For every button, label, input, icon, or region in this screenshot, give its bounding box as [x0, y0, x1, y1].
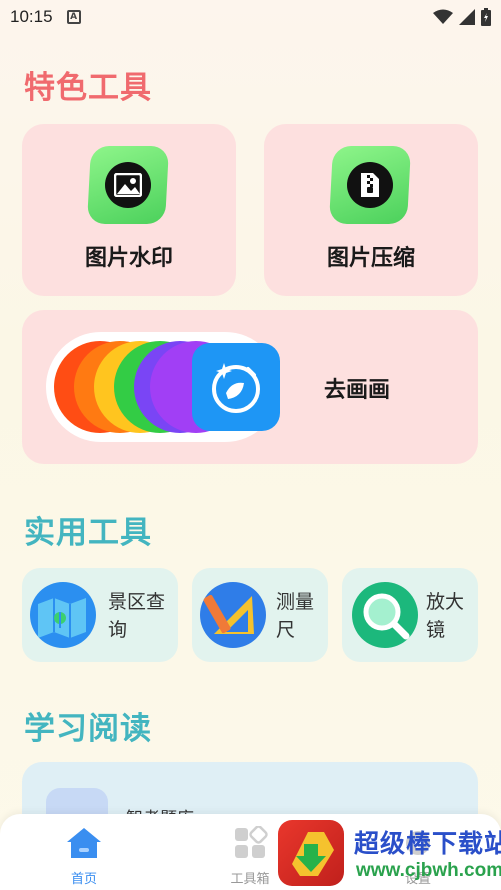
- image-watermark-label: 图片水印: [84, 246, 173, 271]
- section-title-featured: 特色工具: [24, 70, 152, 106]
- toolbox-icon: [235, 825, 268, 858]
- paint-palette-icon: [192, 343, 280, 431]
- scenic-map-icon: [30, 582, 96, 648]
- watermark-text: 超级棒下载站: [354, 829, 501, 858]
- image-watermark-card[interactable]: 图片水印: [22, 124, 236, 296]
- section-title-study: 学习阅读: [24, 711, 152, 747]
- status-time: 10:15: [10, 7, 53, 26]
- measure-ruler-label: 测量尺: [276, 591, 315, 641]
- nav-home-label: 首页: [70, 872, 97, 887]
- battery-icon: [481, 8, 491, 26]
- go-draw-label: 去画画: [324, 378, 391, 403]
- image-compress-card[interactable]: 图片压缩: [264, 124, 478, 296]
- scenic-query-label: 景区查询: [108, 591, 166, 641]
- signal-icon: [459, 9, 475, 25]
- scenic-query-card[interactable]: 景区查询: [22, 568, 178, 662]
- site-watermark: 超级棒下载站 www.cjbwh.com: [276, 818, 501, 890]
- rainbow-banner: [46, 332, 280, 442]
- measure-ruler-card[interactable]: 测量尺: [192, 568, 328, 662]
- status-bar: 10:15 A: [0, 0, 501, 34]
- watermark-url: www.cjbwh.com: [356, 860, 501, 881]
- notification-icon: A: [66, 10, 81, 24]
- magnifier-card[interactable]: 放大镜: [342, 568, 478, 662]
- magnifier-icon: [352, 582, 418, 648]
- zip-file-icon: [328, 146, 412, 224]
- wifi-icon: [433, 9, 453, 24]
- magnifier-label: 放大镜: [426, 591, 465, 641]
- section-title-practical: 实用工具: [24, 515, 152, 551]
- home-icon: [67, 828, 101, 858]
- nav-home[interactable]: 首页: [44, 826, 124, 887]
- image-compress-label: 图片压缩: [326, 246, 415, 271]
- image-icon: [86, 146, 170, 224]
- ruler-icon: [200, 582, 266, 648]
- watermark-logo-icon: [278, 820, 344, 886]
- status-icons: [433, 8, 491, 26]
- go-draw-card[interactable]: 去画画: [22, 310, 478, 464]
